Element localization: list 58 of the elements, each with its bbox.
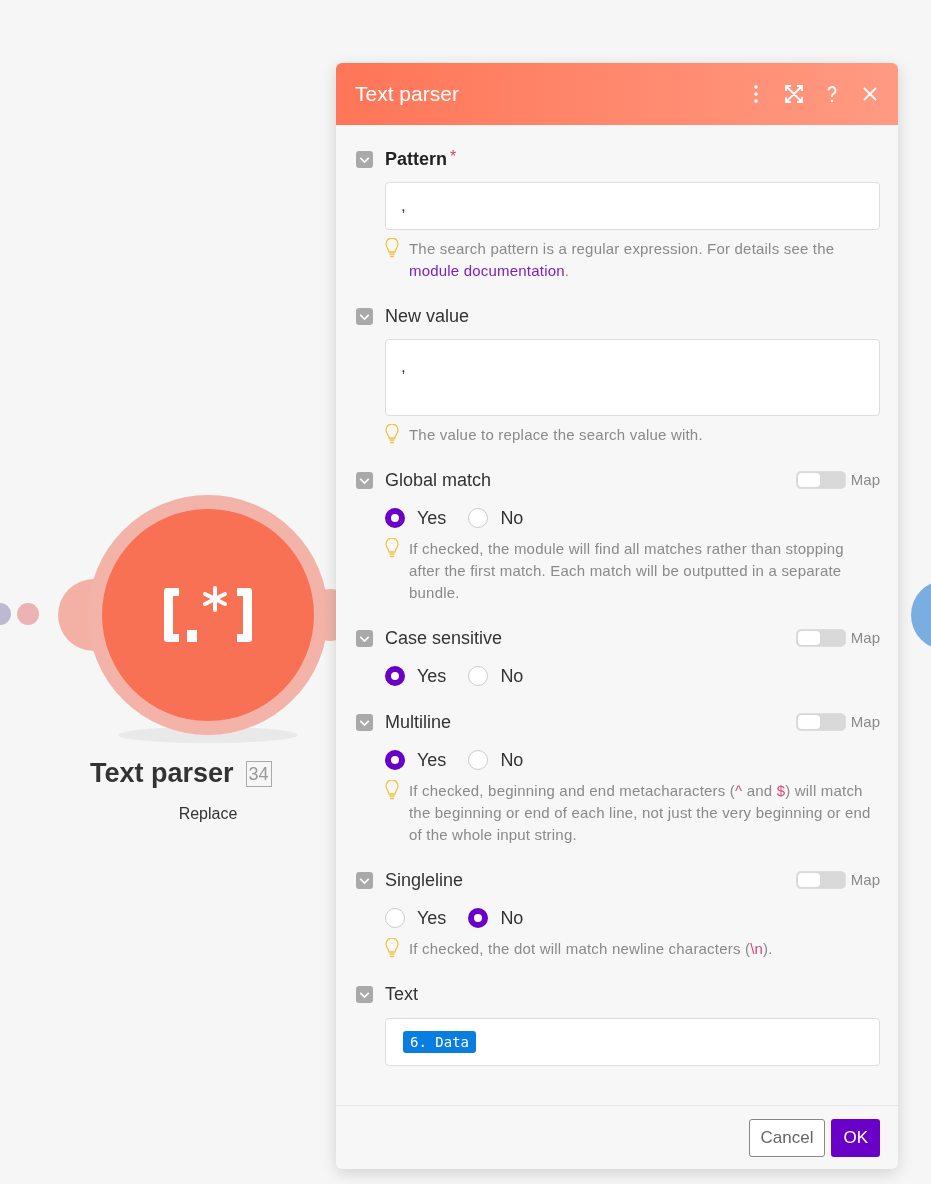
radio-label: Yes bbox=[417, 906, 447, 930]
map-toggle[interactable] bbox=[795, 629, 846, 647]
radio-label: No bbox=[500, 748, 524, 772]
hint-text: If checked, the module will find all matches rather than stopping after the first match. Each match will be outputted in a separate bundle. bbox=[409, 539, 845, 603]
ok-button[interactable]: OK bbox=[831, 1118, 880, 1157]
connector-dot bbox=[17, 603, 39, 625]
field-label: Singleline bbox=[385, 868, 464, 892]
data-tag[interactable]: 6. Data bbox=[403, 1031, 476, 1053]
radio-label: No bbox=[500, 506, 524, 530]
collapse-toggle[interactable] bbox=[356, 307, 373, 325]
lightbulb-icon bbox=[385, 238, 399, 258]
hint-text: The search pattern is a regular expression. For details see the module documentation. bbox=[409, 239, 836, 281]
expand-icon[interactable] bbox=[784, 84, 804, 104]
collapse-toggle[interactable] bbox=[356, 629, 373, 647]
module-count: 34 bbox=[245, 760, 272, 787]
module-name: Text parser bbox=[90, 760, 234, 787]
collapse-toggle[interactable] bbox=[356, 471, 373, 489]
radio-label: Yes bbox=[417, 748, 447, 772]
collapse-toggle[interactable] bbox=[356, 985, 373, 1003]
radio-label: No bbox=[500, 664, 524, 688]
input-field[interactable]: , bbox=[385, 182, 880, 230]
field-label: Text bbox=[385, 982, 418, 1006]
lightbulb-icon bbox=[385, 938, 399, 958]
collapse-toggle[interactable] bbox=[356, 713, 373, 731]
map-toggle[interactable] bbox=[795, 871, 846, 889]
panel-title: Text parser bbox=[355, 81, 460, 108]
lightbulb-icon bbox=[385, 538, 399, 558]
module-action: Replace bbox=[177, 804, 239, 824]
map-label: Map bbox=[850, 469, 880, 490]
map-toggle[interactable] bbox=[795, 471, 846, 489]
radio-button[interactable] bbox=[468, 908, 489, 928]
input-field[interactable]: 6. Data bbox=[385, 1018, 880, 1066]
text-area[interactable]: , bbox=[385, 339, 880, 416]
radio-button[interactable] bbox=[385, 666, 405, 686]
radio-label: Yes bbox=[417, 664, 447, 688]
field-label: Global match bbox=[385, 468, 492, 492]
radio-button[interactable] bbox=[385, 750, 405, 770]
collapse-toggle[interactable] bbox=[356, 871, 373, 889]
collapse-toggle[interactable] bbox=[356, 150, 373, 168]
radio-button[interactable] bbox=[385, 508, 405, 528]
radio-label: Yes bbox=[417, 506, 447, 530]
map-label: Map bbox=[850, 627, 880, 648]
hint-text: If checked, beginning and end metacharacters (^ and $) will match the beginning or end of each line, not just the very beginning or end of the whole input string. bbox=[409, 781, 872, 845]
hint-text: The value to replace the search value with. bbox=[409, 425, 704, 445]
map-label: Map bbox=[850, 711, 880, 732]
field-label: Pattern bbox=[385, 147, 447, 171]
map-toggle[interactable] bbox=[795, 713, 846, 731]
map-label: Map bbox=[850, 869, 880, 890]
lightbulb-icon bbox=[385, 780, 399, 800]
field-label: Case sensitive bbox=[385, 626, 503, 650]
cancel-button[interactable]: Cancel bbox=[748, 1118, 826, 1157]
radio-label: No bbox=[500, 906, 524, 930]
lightbulb-icon bbox=[385, 424, 399, 444]
required-mark: * bbox=[450, 147, 457, 167]
documentation-link[interactable]: module documentation bbox=[409, 262, 565, 279]
field-label: Multiline bbox=[385, 710, 452, 734]
field-label: New value bbox=[385, 304, 470, 328]
hint-text: If checked, the dot will match newline characters (\n). bbox=[409, 939, 774, 959]
